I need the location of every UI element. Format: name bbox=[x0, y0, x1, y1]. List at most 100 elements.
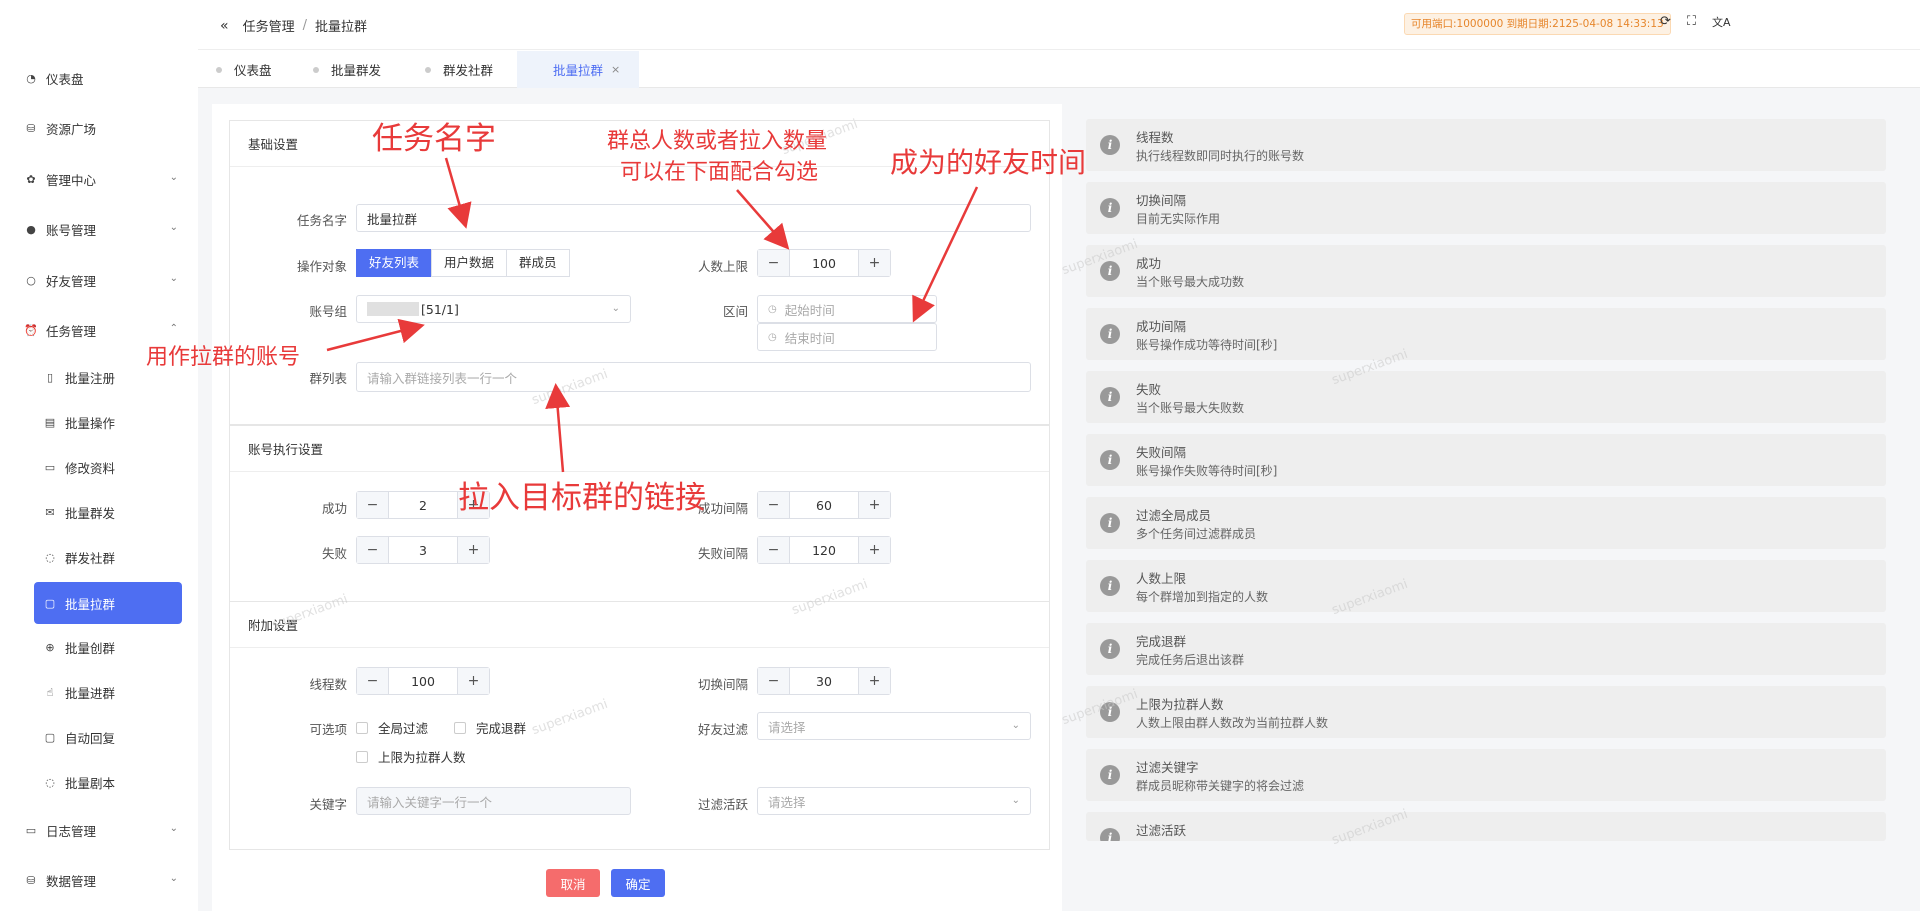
chevron-down-icon: ⌄ bbox=[1011, 720, 1020, 731]
fail-stepper[interactable]: − 3 + bbox=[356, 536, 490, 564]
help-title: 线程数 bbox=[1136, 130, 1174, 145]
fail-label: 失败 bbox=[321, 546, 347, 561]
tab-bar: 仪表盘 批量群发 群发社群 批量拉群 × bbox=[198, 51, 1920, 88]
sidebar-item-management[interactable]: ✿ 管理中心 ⌄ bbox=[0, 161, 198, 197]
stepper-value[interactable]: 100 bbox=[790, 250, 858, 276]
checkbox-box[interactable] bbox=[356, 721, 368, 734]
sidebar-item-batch-operate[interactable]: ▤ 批量操作 bbox=[0, 404, 198, 440]
end-time-placeholder: 结束时间 bbox=[784, 330, 835, 346]
plus-button[interactable]: + bbox=[858, 250, 890, 276]
confirm-button[interactable]: 确定 bbox=[611, 869, 665, 897]
help-desc: 目前无实际作用 bbox=[1136, 212, 1221, 226]
minus-button[interactable]: − bbox=[357, 492, 389, 518]
sidebar-item-auto-reply[interactable]: ▢ 自动回复 bbox=[0, 719, 198, 755]
cancel-button[interactable]: 取消 bbox=[546, 869, 600, 897]
minus-button[interactable]: − bbox=[758, 492, 790, 518]
help-title: 过滤活跃 bbox=[1136, 823, 1187, 838]
plus-button[interactable]: + bbox=[858, 492, 890, 518]
plus-button[interactable]: + bbox=[858, 668, 890, 694]
sidebar-item-label: 任务管理 bbox=[46, 323, 97, 339]
start-time-input[interactable]: ◷ 起始时间 bbox=[757, 295, 937, 323]
active-filter-select[interactable]: 请选择 ⌄ bbox=[757, 787, 1031, 815]
target-members-option[interactable]: 群成员 bbox=[506, 249, 570, 277]
checkbox-box[interactable] bbox=[356, 750, 368, 763]
minus-button[interactable]: − bbox=[357, 668, 389, 694]
help-title: 失败 bbox=[1136, 382, 1162, 397]
sidebar-item-batch-create[interactable]: ⊕ 批量创群 bbox=[0, 629, 198, 665]
sidebar-item-batch-script[interactable]: ◌ 批量剧本 bbox=[0, 764, 198, 800]
threads-label: 线程数 bbox=[309, 677, 347, 692]
sidebar-item-label: 修改资料 bbox=[65, 460, 116, 476]
sidebar-item-batch-join[interactable]: ☝ 批量进群 bbox=[0, 674, 198, 710]
group-list-textarea[interactable]: 请输入群链接列表一行一个 bbox=[356, 362, 1031, 392]
translate-icon[interactable]: 文A bbox=[1712, 14, 1731, 30]
target-userdata-option[interactable]: 用户数据 bbox=[431, 249, 508, 277]
plus-button[interactable]: + bbox=[457, 537, 489, 563]
help-item: i 上限为拉群人数 人数上限由群人数改为当前拉群人数 bbox=[1086, 686, 1886, 738]
stepper-value[interactable]: 60 bbox=[790, 492, 858, 518]
stepper-value[interactable]: 3 bbox=[389, 537, 457, 563]
people-limit-stepper[interactable]: − 100 + bbox=[757, 249, 891, 277]
keyword-textarea[interactable]: 请输入关键字一行一个 bbox=[356, 787, 631, 815]
info-icon: i bbox=[1100, 135, 1120, 155]
plus-button[interactable]: + bbox=[457, 668, 489, 694]
limit-as-pull-checkbox[interactable]: 上限为拉群人数 bbox=[356, 747, 466, 766]
task-name-label: 任务名字 bbox=[296, 213, 347, 228]
fail-interval-stepper[interactable]: − 120 + bbox=[757, 536, 891, 564]
minus-button[interactable]: − bbox=[758, 668, 790, 694]
account-group-select[interactable]: [51/1] ⌄ bbox=[356, 295, 631, 323]
refresh-icon[interactable]: ⟳ bbox=[1660, 14, 1671, 30]
finish-quit-checkbox[interactable]: 完成退群 bbox=[454, 718, 526, 737]
sidebar-item-accounts[interactable]: ● 账号管理 ⌄ bbox=[0, 211, 198, 247]
chat-square-icon: ▢ bbox=[44, 596, 56, 610]
active-filter-label: 过滤活跃 bbox=[697, 797, 748, 812]
switch-interval-stepper[interactable]: − 30 + bbox=[757, 667, 891, 695]
friend-filter-select[interactable]: 请选择 ⌄ bbox=[757, 712, 1031, 740]
sidebar-item-resource[interactable]: ⛁ 资源广场 bbox=[0, 110, 198, 146]
keyword-label: 关键字 bbox=[309, 797, 347, 812]
sidebar-item-edit-profile[interactable]: ▭ 修改资料 bbox=[0, 449, 198, 485]
plus-button[interactable]: + bbox=[858, 537, 890, 563]
end-time-input[interactable]: ◷ 结束时间 bbox=[757, 323, 937, 351]
stepper-value[interactable]: 30 bbox=[790, 668, 858, 694]
stepper-value[interactable]: 2 bbox=[389, 492, 457, 518]
info-icon: i bbox=[1100, 513, 1120, 533]
checkbox-box[interactable] bbox=[454, 721, 466, 734]
sidebar-item-label: 数据管理 bbox=[46, 873, 97, 889]
breadcrumb: « 任务管理 / 批量拉群 bbox=[220, 16, 375, 36]
minus-button[interactable]: − bbox=[758, 250, 790, 276]
select-placeholder: 请选择 bbox=[768, 794, 806, 810]
success-interval-stepper[interactable]: − 60 + bbox=[757, 491, 891, 519]
sidebar-item-batch-pull[interactable]: ▢ 批量拉群 bbox=[34, 582, 182, 624]
sidebar-item-group-send[interactable]: ◌ 群发社群 bbox=[0, 539, 198, 575]
stepper-value[interactable]: 120 bbox=[790, 537, 858, 563]
minus-button[interactable]: − bbox=[357, 537, 389, 563]
sidebar-item-logs[interactable]: ▭ 日志管理 ⌄ bbox=[0, 812, 198, 848]
sidebar-item-dashboard[interactable]: ◔ 仪表盘 bbox=[0, 60, 198, 96]
threads-stepper[interactable]: − 100 + bbox=[356, 667, 490, 695]
checkbox-label: 全局过滤 bbox=[378, 721, 429, 736]
sidebar-item-friends[interactable]: ○ 好友管理 ⌄ bbox=[0, 262, 198, 298]
tab-dashboard[interactable]: 仪表盘 bbox=[216, 51, 286, 88]
info-icon: i bbox=[1100, 576, 1120, 596]
tab-batch-pull[interactable]: 批量拉群 × bbox=[517, 51, 639, 88]
global-filter-checkbox[interactable]: 全局过滤 bbox=[356, 718, 428, 737]
target-friends-option[interactable]: 好友列表 bbox=[356, 249, 433, 277]
sidebar-item-data[interactable]: ⛁ 数据管理 ⌄ bbox=[0, 862, 198, 898]
annotation-account: 用作拉群的账号 bbox=[146, 345, 301, 370]
help-desc: 人数上限由群人数改为当前拉群人数 bbox=[1136, 716, 1329, 730]
breadcrumb-parent[interactable]: 任务管理 bbox=[243, 16, 295, 35]
fullscreen-icon[interactable]: ⛶ bbox=[1687, 14, 1696, 30]
collapse-sidebar-icon[interactable]: « bbox=[220, 18, 229, 34]
task-name-input[interactable]: 批量拉群 bbox=[356, 204, 1031, 232]
minus-button[interactable]: − bbox=[758, 537, 790, 563]
help-title: 成功间隔 bbox=[1136, 319, 1187, 334]
tab-batch-send[interactable]: 批量群发 bbox=[313, 51, 381, 88]
chevron-down-icon: ⌄ bbox=[169, 873, 178, 884]
close-icon[interactable]: × bbox=[611, 63, 620, 76]
tab-group-send[interactable]: 群发社群 bbox=[425, 51, 493, 88]
sidebar-item-batch-send[interactable]: ✉ 批量群发 bbox=[0, 494, 198, 530]
start-time-placeholder: 起始时间 bbox=[784, 302, 835, 318]
annotation-group-link: 拉入目标群的链接 bbox=[458, 480, 706, 516]
stepper-value[interactable]: 100 bbox=[389, 668, 457, 694]
